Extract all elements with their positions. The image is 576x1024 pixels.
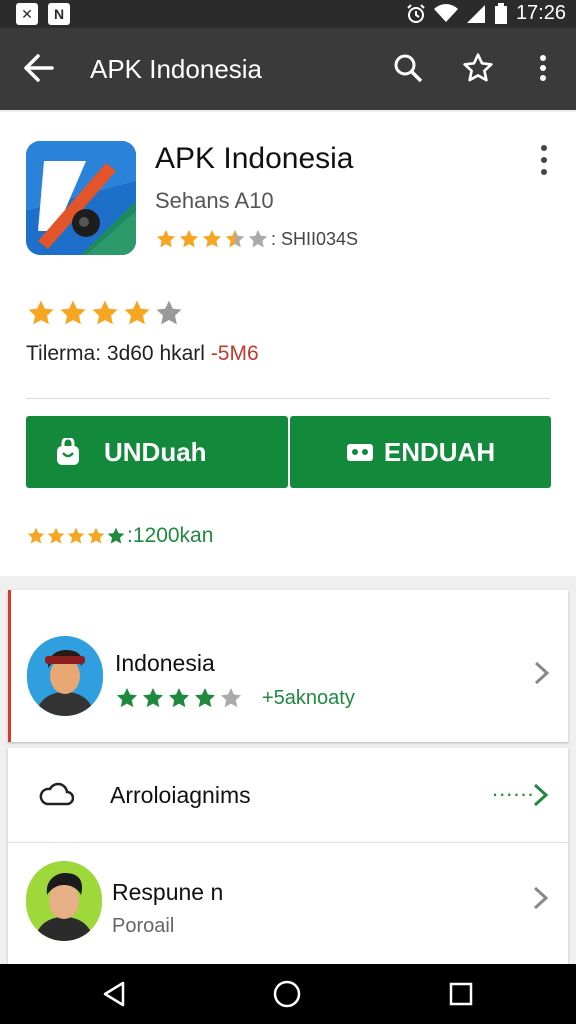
status-time: 17:26 <box>515 2 566 24</box>
app-logo-icon[interactable] <box>26 141 136 255</box>
star-icon <box>143 688 163 708</box>
navigation-bar <box>0 964 576 1024</box>
avatar <box>27 636 103 716</box>
app-more-menu-icon[interactable] <box>530 145 558 175</box>
divider <box>26 398 550 399</box>
rating-summary-stars <box>26 526 126 546</box>
star-icon <box>179 229 199 248</box>
app-rating-stars <box>26 298 184 328</box>
install-button[interactable]: UNDuah <box>26 416 288 488</box>
toolbar-title: APK Indonesia <box>90 54 263 84</box>
recents-square-icon[interactable] <box>445 978 477 1010</box>
list-item-ar[interactable]: Arroloiagnims ...... <box>8 748 568 842</box>
developer-name[interactable]: Sehans A10 <box>155 188 274 214</box>
star-icon <box>221 688 241 708</box>
chevron-right-icon <box>533 783 549 807</box>
back-triangle-icon[interactable] <box>98 978 130 1010</box>
cloud-icon <box>39 782 74 806</box>
signal-icon <box>466 4 485 23</box>
list-item-indonesia[interactable]: Indonesia +5aknoaty <box>8 590 568 742</box>
rating-summary: :1200kan <box>26 524 213 548</box>
star-icon <box>156 300 182 325</box>
list-item-sub: +5aknoaty <box>262 686 355 709</box>
gamepad-icon <box>346 444 373 461</box>
download-button-label: ENDUAH <box>383 436 496 467</box>
list-item-sub: Poroail <box>112 915 175 937</box>
star-icon <box>156 229 176 248</box>
star-icon <box>202 229 222 248</box>
star-icon <box>169 688 189 708</box>
app-notification-icon: ✕ <box>16 3 38 25</box>
header-rating-stars <box>155 228 269 250</box>
star-icon <box>107 527 125 544</box>
list-item-rating-stars <box>115 686 243 710</box>
battery-icon <box>494 2 507 24</box>
header-rating: : SHII034S <box>155 228 358 250</box>
star-icon <box>248 229 268 248</box>
list-item-title: Indonesia <box>115 650 215 676</box>
star-icon <box>87 527 105 544</box>
chevron-right-icon <box>534 661 550 685</box>
star-icon <box>67 527 85 544</box>
app-toolbar: APK Indonesia <box>0 28 576 110</box>
chevron-right-icon <box>533 886 549 910</box>
news-notification-icon: N <box>48 3 70 25</box>
downloads-text: Tilerma: 3d60 hkarl <box>26 342 205 365</box>
status-bar: ✕ N 17:26 <box>0 0 576 28</box>
wifi-icon <box>433 3 458 22</box>
home-circle-icon[interactable] <box>271 978 303 1010</box>
search-icon[interactable] <box>390 50 426 86</box>
star-icon <box>117 688 137 708</box>
star-icon <box>60 300 86 325</box>
shopping-bag-icon <box>57 438 79 465</box>
star-icon <box>225 229 245 248</box>
rating-summary-text: :1200kan <box>127 524 214 547</box>
star-icon[interactable] <box>460 50 496 86</box>
download-button[interactable]: ENDUAH <box>290 416 551 488</box>
list-item-rating: +5aknoaty <box>115 686 355 710</box>
list-item-respune[interactable]: Respune n Poroail <box>8 842 568 966</box>
list-item-title: Arroloiagnims <box>110 782 251 808</box>
star-icon <box>92 300 118 325</box>
star-icon <box>47 527 65 544</box>
star-icon <box>27 527 45 544</box>
back-arrow-icon[interactable] <box>22 50 54 86</box>
header-rating-text: : SHII034S <box>271 228 359 249</box>
alarm-icon <box>407 3 425 23</box>
avatar <box>26 861 102 941</box>
list-item-action-text: ...... <box>492 776 535 801</box>
more-vert-icon[interactable] <box>525 50 561 86</box>
install-button-label: UNDuah <box>104 436 207 467</box>
download-size: -5M6 <box>210 342 259 365</box>
app-name: APK Indonesia <box>155 142 354 175</box>
star-icon <box>28 300 54 325</box>
downloads-info: Tilerma: 3d60 hkarl -5M6 <box>26 342 259 366</box>
star-icon <box>124 300 150 325</box>
list-item-title: Respune n <box>112 879 224 905</box>
star-icon <box>195 688 215 708</box>
